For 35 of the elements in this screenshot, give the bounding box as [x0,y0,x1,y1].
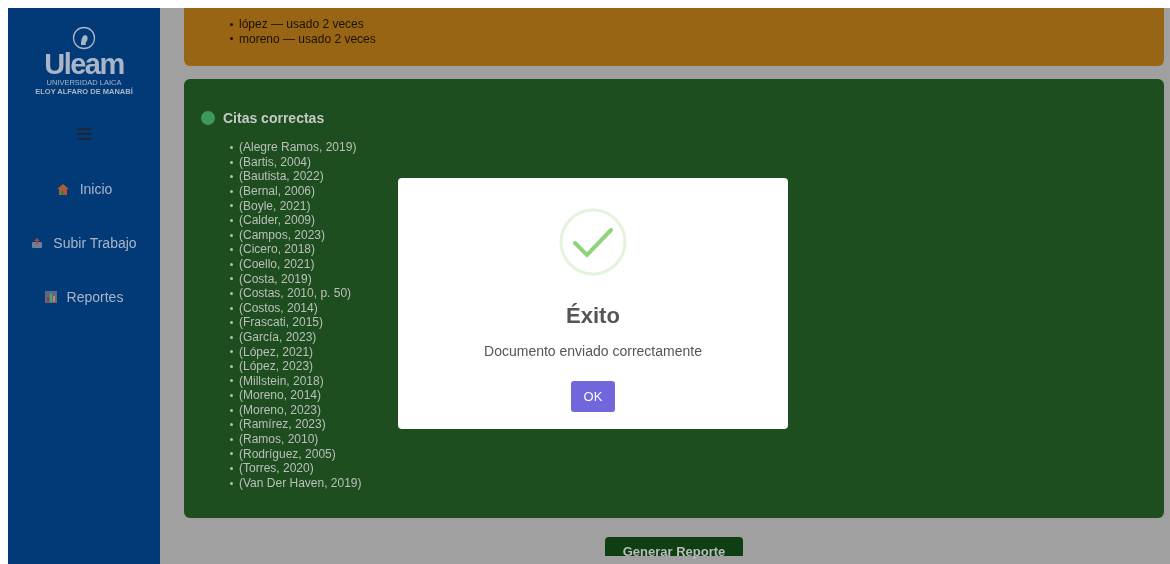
citation-item: (Boyle, 2021) [230,198,1164,214]
citation-item: (Ramos, 2010) [230,432,1164,447]
house-icon [55,182,70,196]
citation-item: (Torres, 2020) [230,461,1164,476]
citation-item: (Costa, 2019) [230,271,1164,287]
warning-item: lópez — usado 2 veces [230,17,1164,32]
citation-item: (Rodríguez, 2005) [230,446,1164,462]
generate-report-button[interactable]: Generar Reporte [604,537,744,557]
citation-item: (Van Der Haven, 2019) [230,475,1164,491]
upload-tray-icon [31,237,44,249]
citation-item: (Bartis, 2004) [230,154,1164,170]
citation-item: (Bautista, 2022) [230,169,1164,184]
status-dot-icon [201,111,215,126]
logo-name: Uleam [44,50,124,78]
citation-item: (López, 2023) [230,359,1164,374]
citation-item: (Campos, 2023) [230,227,1164,243]
warning-item: moreno — usado 2 veces [230,31,1164,47]
logo-emblem-icon [72,26,96,50]
citation-item: (Alegre Ramos, 2019) [230,140,1164,155]
menu-icon[interactable] [77,128,91,140]
citation-item: (Bernal, 2006) [230,183,1164,199]
citation-item: (García, 2023) [230,329,1164,345]
dialog-message: Documento enviado correctamente [484,343,702,359]
check-icon [559,208,627,276]
citation-item: (Cicero, 2018) [230,242,1164,257]
citation-item: (Coello, 2021) [230,256,1164,272]
nav-item[interactable]: Inicio [47,176,121,202]
section-title: Citas correctas [223,110,325,127]
ok-button[interactable]: OK [570,381,616,412]
nav-item[interactable]: Reportes [36,284,132,310]
citation-item: (Calder, 2009) [230,213,1164,228]
bar-chart-icon [44,291,57,303]
nav-item[interactable]: Subir Trabajo [23,230,145,256]
citation-item: (Costas, 2010, p. 50) [230,286,1164,301]
citation-item: (Ramírez, 2023) [230,417,1164,433]
